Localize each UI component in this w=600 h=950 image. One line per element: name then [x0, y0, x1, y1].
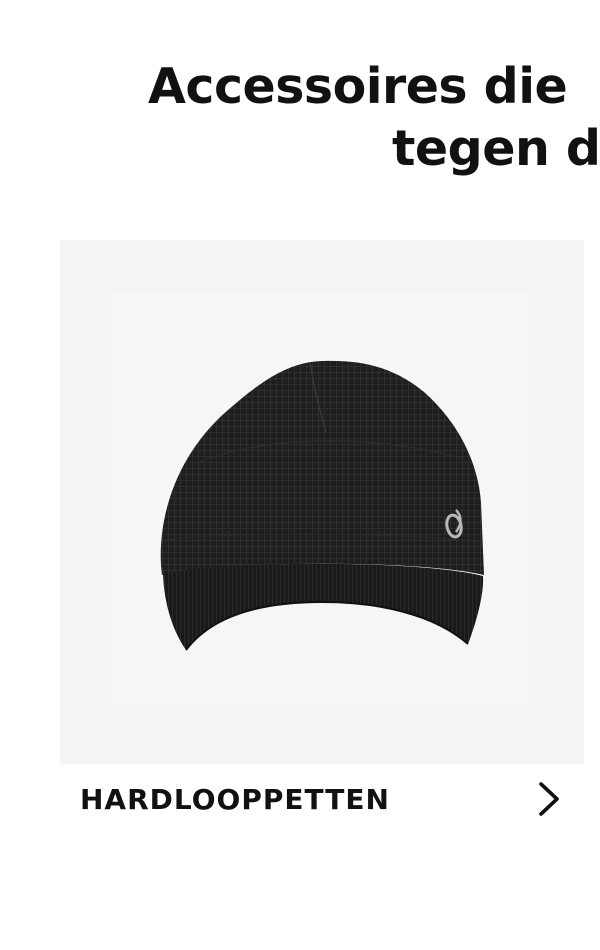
category-card-hardlooppetten[interactable]: HARDLOOPPETTEN [60, 240, 584, 860]
chevron-right-icon[interactable] [534, 778, 564, 820]
section-heading-line-2: tegen d [392, 120, 600, 177]
running-cap-image [160, 360, 485, 651]
section-heading-line-1: Accessoires die [148, 58, 568, 115]
page: Accessoires die tegen d HARDLOOPPETTEN [0, 0, 600, 950]
cap-brim [163, 563, 484, 650]
card-image-area [60, 240, 584, 764]
card-label: HARDLOOPPETTEN [80, 783, 390, 816]
cap-crown [160, 360, 485, 575]
